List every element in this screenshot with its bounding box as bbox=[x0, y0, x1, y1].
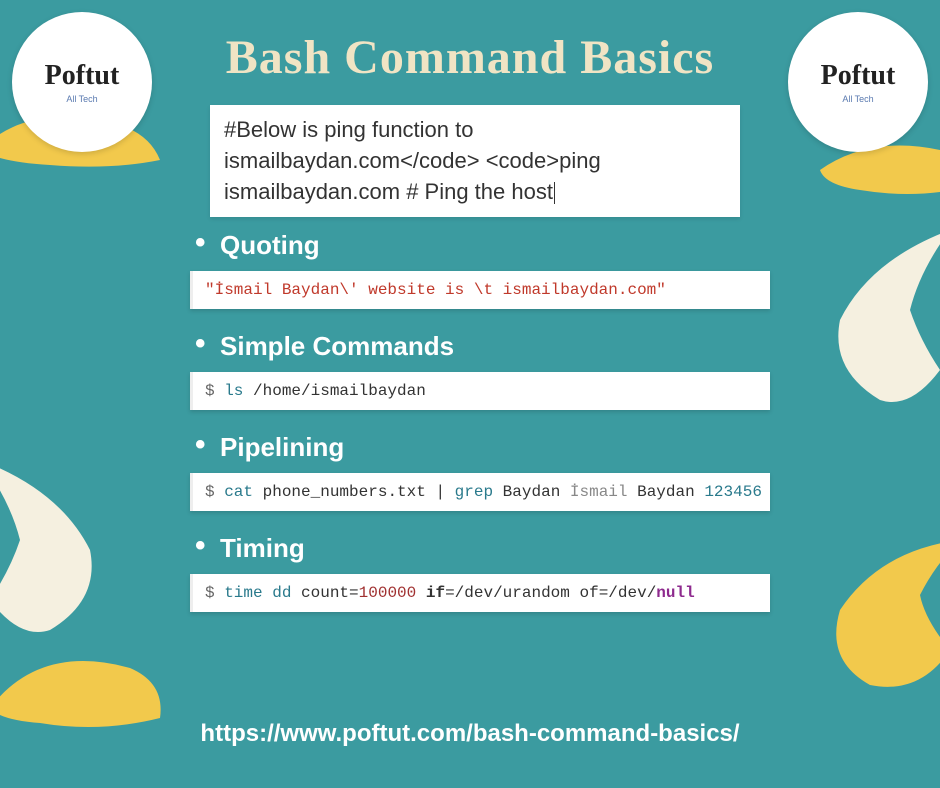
intro-line: #Below is ping function to bbox=[224, 115, 726, 146]
section-simple-commands: Simple Commands $ ls /home/ismailbaydan bbox=[190, 331, 770, 410]
intro-line: ismailbaydan.com # Ping the host bbox=[224, 177, 726, 208]
page-title: Bash Command Basics bbox=[0, 30, 940, 85]
code-box-quoting: "İsmail Baydan\' website is \t ismailbay… bbox=[190, 271, 770, 309]
intro-line: ismailbaydan.com</code> <code>ping bbox=[224, 146, 726, 177]
footer-url: https://www.poftut.com/bash-command-basi… bbox=[0, 720, 940, 748]
brush-stroke bbox=[0, 450, 120, 650]
code-box-pipelining: $ cat phone_numbers.txt | grep Baydan İs… bbox=[190, 473, 770, 511]
section-timing: Timing $ time dd count=100000 if=/dev/ur… bbox=[190, 533, 770, 612]
section-pipelining: Pipelining $ cat phone_numbers.txt | gre… bbox=[190, 432, 770, 511]
section-heading: Timing bbox=[190, 533, 770, 564]
logo-subtitle: All Tech bbox=[66, 94, 97, 104]
text-cursor bbox=[554, 182, 555, 204]
section-heading: Simple Commands bbox=[190, 331, 770, 362]
brush-stroke bbox=[810, 520, 940, 700]
section-heading: Pipelining bbox=[190, 432, 770, 463]
code-box-simple: $ ls /home/ismailbaydan bbox=[190, 372, 770, 410]
logo-subtitle: All Tech bbox=[842, 94, 873, 104]
code-box-timing: $ time dd count=100000 if=/dev/urandom o… bbox=[190, 574, 770, 612]
section-quoting: Quoting "İsmail Baydan\' website is \t i… bbox=[190, 230, 770, 309]
brush-stroke bbox=[810, 220, 940, 420]
content-area: Quoting "İsmail Baydan\' website is \t i… bbox=[190, 230, 770, 634]
intro-code-box: #Below is ping function to ismailbaydan.… bbox=[210, 105, 740, 217]
section-heading: Quoting bbox=[190, 230, 770, 261]
